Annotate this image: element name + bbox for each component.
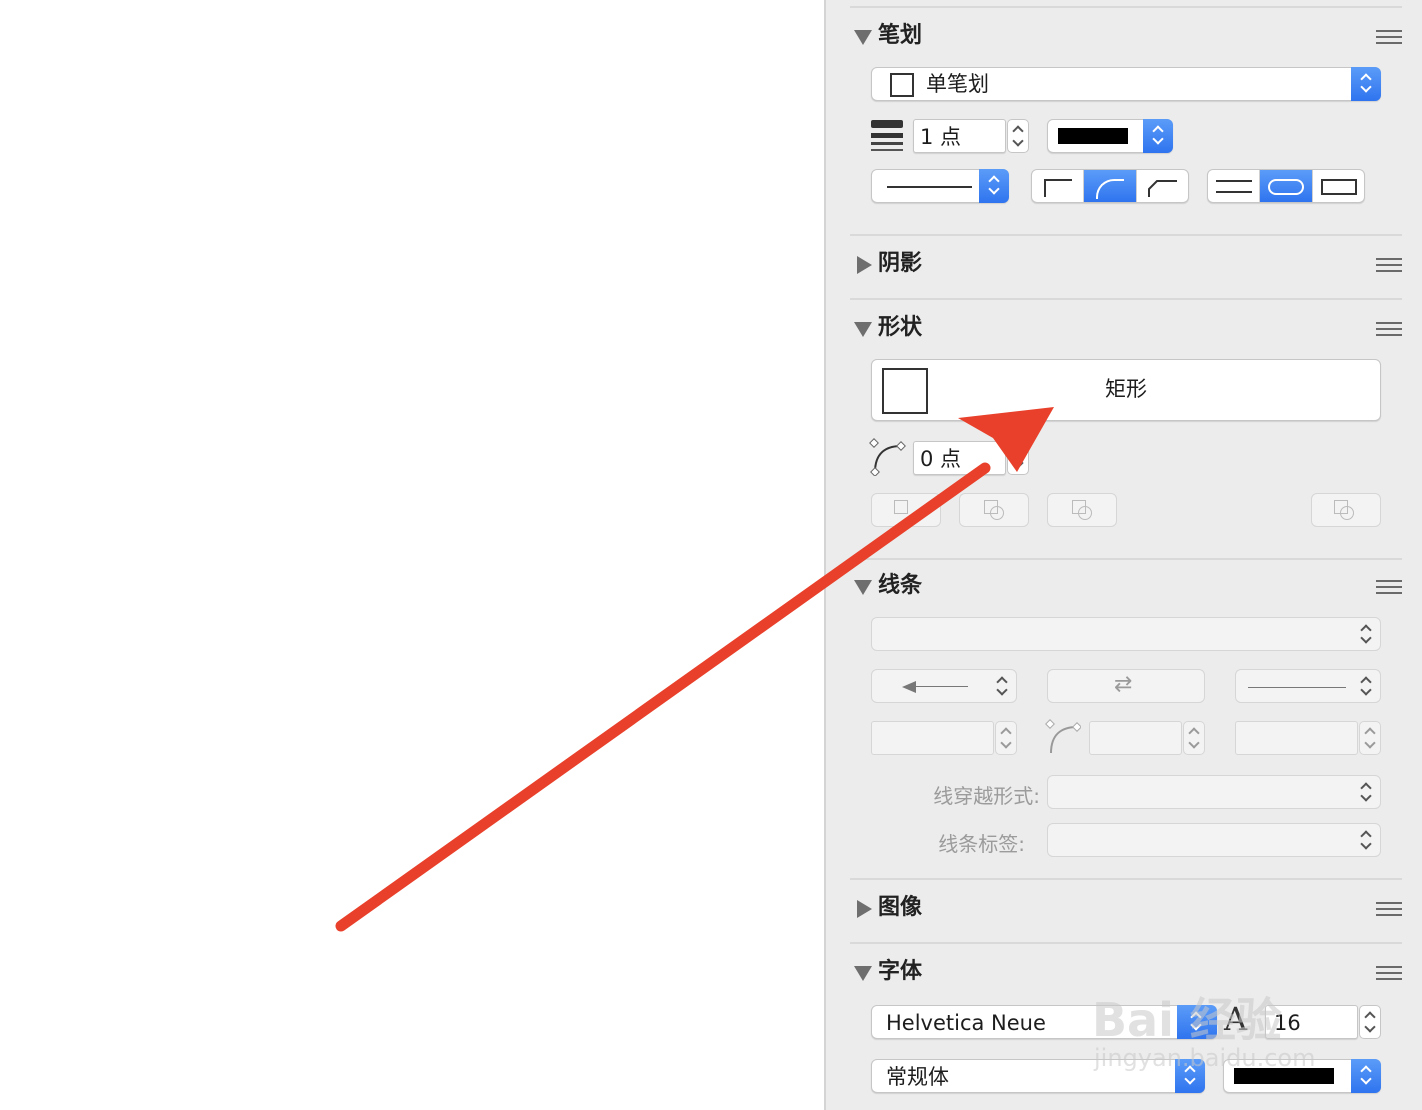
annotation-arrow [335, 407, 1054, 932]
